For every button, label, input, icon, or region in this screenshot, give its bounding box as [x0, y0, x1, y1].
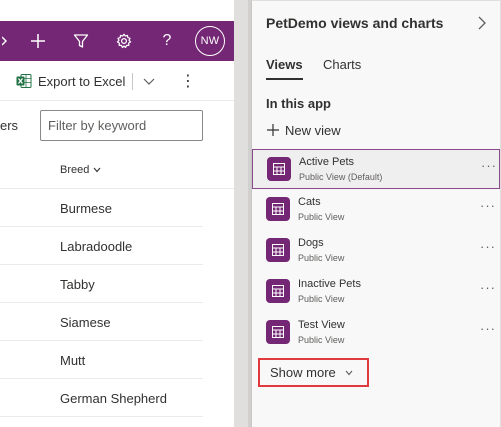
export-label: Export to Excel [38, 73, 126, 89]
chevron-down-icon [93, 167, 101, 173]
app-header-bar: ? NW [0, 21, 234, 61]
breed-cell: Labradoodle [60, 239, 133, 254]
table-row[interactable]: Mutt [0, 341, 203, 379]
grid-view-icon [267, 157, 291, 181]
tab-charts[interactable]: Charts [323, 57, 361, 78]
export-to-excel-button[interactable]: Export to Excel [16, 71, 125, 91]
breed-cell: Mutt [60, 353, 86, 368]
vertical-scrollbar[interactable] [234, 0, 248, 427]
grid-view-icon [266, 279, 290, 303]
filters-label: ers [0, 118, 19, 133]
column-header-label: Breed [60, 164, 90, 176]
grid-view-icon [266, 238, 290, 262]
breed-cell: Burmese [60, 201, 113, 216]
view-item-inactive-pets[interactable]: Inactive Pets Public View ··· [252, 272, 500, 312]
panel-title: PetDemo views and charts [266, 15, 444, 31]
table-row[interactable]: Tabby [0, 265, 203, 303]
more-options-button[interactable]: ··· [481, 158, 497, 173]
view-name: Inactive Pets [298, 278, 361, 290]
view-name: Cats [298, 196, 321, 208]
table-row[interactable]: Burmese [0, 189, 203, 227]
view-type: Public View [298, 253, 345, 263]
view-type: Public View [298, 335, 345, 345]
column-header-breed[interactable]: Breed [60, 164, 101, 176]
grid-header: Breed [0, 153, 234, 189]
command-bar: Export to Excel ⋮ [0, 61, 234, 101]
view-type: Public View [298, 212, 345, 222]
breed-cell: German Shepherd [60, 391, 167, 406]
plus-icon[interactable] [28, 21, 48, 61]
partial-icon [0, 21, 10, 61]
keyword-filter-input[interactable] [40, 110, 203, 141]
avatar[interactable]: NW [195, 26, 225, 56]
plus-icon [267, 124, 279, 136]
table-row[interactable]: German Shepherd [0, 379, 203, 417]
view-item-cats[interactable]: Cats Public View ··· [252, 190, 500, 230]
filter-icon[interactable] [71, 21, 91, 61]
view-item-active-pets[interactable]: Active Pets Public View (Default) ··· [252, 149, 500, 189]
more-options-button[interactable]: ··· [480, 239, 496, 254]
divider [132, 73, 133, 90]
help-icon[interactable]: ? [157, 21, 177, 61]
view-name: Test View [298, 319, 345, 331]
show-more-label: Show more [270, 365, 336, 380]
breed-cell: Tabby [60, 277, 95, 292]
grid-view-icon [266, 197, 290, 221]
main-area: ? NW Export to Excel ⋮ ers Breed Burmese… [0, 0, 234, 427]
breed-cell: Siamese [60, 315, 111, 330]
chevron-right-icon[interactable] [476, 15, 488, 31]
new-view-label: New view [285, 122, 341, 138]
chevron-down-icon[interactable] [142, 73, 156, 89]
table-row[interactable]: Siamese [0, 303, 203, 341]
more-options-button[interactable]: ··· [480, 198, 496, 213]
views-and-charts-panel: PetDemo views and charts Views Charts In… [251, 0, 501, 427]
more-options-button[interactable]: ··· [480, 280, 496, 295]
table-row[interactable]: Labradoodle [0, 227, 203, 265]
view-type: Public View (Default) [299, 172, 383, 182]
view-name: Dogs [298, 237, 324, 249]
excel-icon [16, 74, 32, 88]
more-options-button[interactable]: ··· [480, 321, 496, 336]
grid-view-icon [266, 320, 290, 344]
view-item-test-view[interactable]: Test View Public View ··· [252, 313, 500, 353]
more-commands-button[interactable]: ⋮ [180, 71, 196, 91]
view-type: Public View [298, 294, 345, 304]
show-more-button[interactable]: Show more [258, 358, 369, 387]
gear-icon[interactable] [114, 21, 134, 61]
view-item-dogs[interactable]: Dogs Public View ··· [252, 231, 500, 271]
tab-views[interactable]: Views [266, 57, 303, 80]
section-heading: In this app [266, 96, 331, 111]
view-name: Active Pets [299, 156, 355, 168]
chevron-down-icon [345, 370, 353, 375]
new-view-button[interactable]: New view [266, 121, 341, 139]
